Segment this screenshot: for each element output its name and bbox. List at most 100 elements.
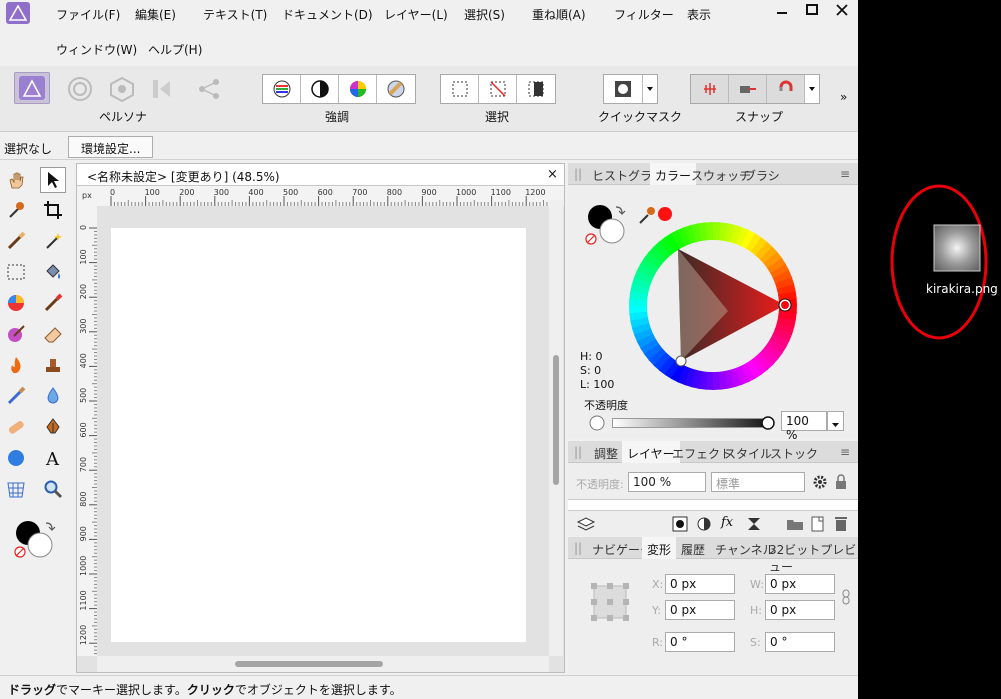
mask-layer-icon[interactable] [672,516,688,532]
white-balance-button[interactable] [377,75,415,103]
toolbar-overflow-button[interactable]: » [840,90,847,104]
burn-brush-tool[interactable] [3,352,29,378]
flood-fill-tool[interactable] [40,259,66,285]
menu-arrange[interactable]: 重ね順(A) [532,6,586,23]
snapping-grid-button[interactable] [691,75,729,103]
fx-icon[interactable]: fx [721,515,733,530]
maximize-button[interactable] [804,2,820,18]
photo-persona-button[interactable] [14,72,50,104]
select-all-button[interactable] [441,75,479,103]
h-field[interactable]: 0 px [765,600,835,620]
menu-filter[interactable]: フィルター [614,6,674,23]
quickmask-button[interactable] [604,75,644,103]
color-panel-swatches[interactable] [582,203,632,247]
deselect-button[interactable] [479,75,517,103]
color-replace-tool[interactable] [3,290,29,316]
folder-icon[interactable] [786,516,804,532]
tab-styles[interactable]: スタイル [724,445,772,462]
tab-color[interactable]: カラー [650,163,697,185]
flood-select-tool[interactable] [40,228,66,254]
menu-window[interactable]: ウィンドウ(W) [56,41,137,58]
minimize-button[interactable] [774,2,790,18]
menu-document[interactable]: ドキュメント(D) [282,6,373,23]
desktop-file-kirakira[interactable]: kirakira.png [889,183,998,341]
lock-icon[interactable] [834,474,848,490]
text-tool[interactable]: A [40,445,66,471]
erase-brush-tool[interactable] [40,321,66,347]
menu-help[interactable]: ヘルプ(H) [148,41,202,58]
vertical-scrollbar[interactable] [549,200,563,656]
trash-icon[interactable] [834,515,848,532]
invert-selection-button[interactable] [517,75,555,103]
tab-swatches[interactable]: スウォッチ [691,167,751,184]
tab-stock[interactable]: ストック [770,445,818,462]
blend-mode-select[interactable]: 標準 [711,472,805,492]
paint-brush-tool[interactable] [40,290,66,316]
color-swatches[interactable] [12,519,60,561]
export-persona-button[interactable] [196,76,222,105]
levels-button[interactable] [263,75,301,103]
quickmask-dropdown[interactable] [643,75,657,103]
tab-32bit-preview[interactable]: 32ビットプレビュー [769,541,858,575]
pen-tool[interactable] [40,414,66,440]
contrast-button[interactable] [301,75,339,103]
color-balance-button[interactable] [339,75,377,103]
tab-adjustments[interactable]: 調整 [594,445,618,462]
w-field[interactable]: 0 px [765,574,835,594]
view-tool[interactable] [3,167,29,193]
move-tool[interactable] [40,167,66,193]
gear-icon[interactable] [812,474,828,490]
tab-effects[interactable]: エフェクト [672,445,732,462]
anchor-point-selector[interactable] [591,583,629,621]
horizontal-scroll-thumb[interactable] [235,661,383,667]
tab-channels[interactable]: チャンネル [715,541,775,558]
opacity-dropdown[interactable] [827,411,844,431]
tone-mapping-persona-button[interactable] [150,76,178,105]
document-close-button[interactable]: × [547,167,558,182]
color-wheel[interactable] [628,221,798,391]
menu-edit[interactable]: 編集(E) [135,6,176,23]
horizontal-scrollbar[interactable] [97,656,549,672]
liquify-persona-button[interactable] [66,76,94,105]
crop-tool[interactable] [40,197,66,223]
layers-stack-icon[interactable] [576,516,596,532]
snapping-options-button[interactable] [729,75,767,103]
ellipse-tool[interactable] [3,445,29,471]
tab-layers[interactable]: レイヤー [622,441,680,463]
adjustment-layer-icon[interactable] [696,516,712,532]
menu-select[interactable]: 選択(S) [464,6,505,23]
rotation-field[interactable]: 0 ° [665,632,735,652]
no-color-icon[interactable] [588,414,606,432]
color-picker-tool[interactable] [3,197,29,223]
vertical-scroll-thumb[interactable] [553,355,559,485]
blur-brush-tool[interactable] [40,383,66,409]
canvas[interactable] [111,228,526,642]
opacity-slider-handle[interactable] [760,415,776,431]
tab-brushes[interactable]: ブラシ [744,167,780,184]
zoom-tool[interactable] [40,476,66,502]
layer-opacity-field[interactable]: 100 % [628,472,706,492]
opacity-field[interactable]: 100 % [781,411,827,442]
tab-transform[interactable]: 変形 [642,537,677,559]
document-tab[interactable]: <名称未設定> [変更あり] (48.5%) × [77,164,564,186]
menu-layer[interactable]: レイヤー(L) [384,6,448,23]
blemish-removal-tool[interactable] [3,383,29,409]
snapping-magnet-button[interactable] [767,75,805,103]
panel-menu-icon[interactable]: ≡ [840,445,850,459]
menu-text[interactable]: テキスト(T) [203,6,267,23]
x-field[interactable]: 0 px [665,574,735,594]
pixel-tool[interactable] [3,321,29,347]
develop-persona-button[interactable] [108,76,136,105]
layers-list[interactable] [568,499,858,511]
close-window-button[interactable] [834,2,850,18]
pixel-layer-icon[interactable] [746,516,762,532]
marquee-tool[interactable] [3,259,29,285]
snap-dropdown[interactable] [805,75,819,103]
y-field[interactable]: 0 px [665,600,735,620]
tab-history[interactable]: 履歴 [681,541,705,558]
patch-tool[interactable] [3,414,29,440]
preferences-button[interactable]: 環境設定... [68,136,153,158]
menu-view[interactable]: 表示 [687,6,711,23]
selection-brush-tool[interactable] [3,228,29,254]
link-icon[interactable] [841,589,851,605]
